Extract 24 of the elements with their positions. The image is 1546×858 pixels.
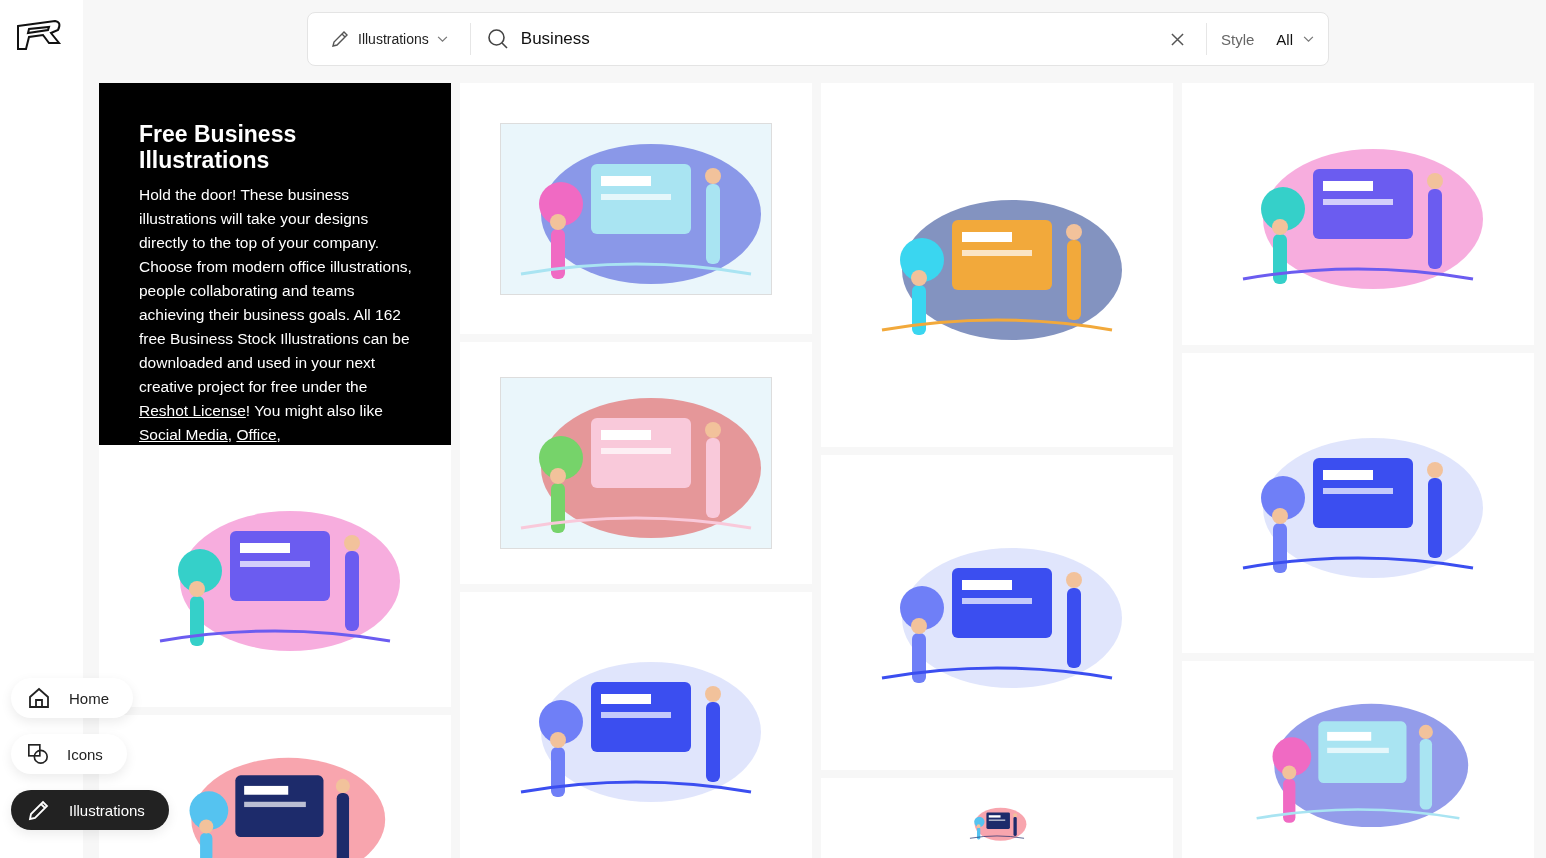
shapes-icon: [27, 743, 49, 765]
pencil-icon: [330, 29, 350, 49]
illustration-card[interactable]: [1182, 353, 1534, 653]
category-dropdown[interactable]: Illustrations: [330, 29, 448, 49]
close-icon[interactable]: [1170, 32, 1184, 46]
text-link[interactable]: Reshot License: [139, 402, 246, 419]
search-icon: [486, 28, 509, 50]
chevron-down-icon: [436, 35, 448, 43]
nav-item[interactable]: Illustrations: [11, 790, 169, 830]
pencil-icon: [27, 798, 51, 822]
search-field[interactable]: Illustrations Business Style All: [307, 12, 1329, 66]
illustration-card[interactable]: [821, 455, 1173, 770]
text-link[interactable]: Social Media: [139, 426, 228, 443]
home-icon: [27, 686, 51, 710]
chevron-down-icon: [1303, 35, 1314, 43]
nav-item[interactable]: Home: [11, 678, 133, 718]
nav-item[interactable]: Icons: [11, 734, 127, 774]
style-label: Style: [1220, 30, 1255, 48]
illustration-card[interactable]: [460, 592, 812, 858]
text-link[interactable]: Office: [236, 426, 277, 443]
intro-paragraph: Hold the door! These business illustrations will take your designs directly to the top of your company. Choose from modern office illustrations, people collaborating and teams achieving their business goals. All 162 free Business Stock Illustrations can be downloaded and used in your next creative project for free under the Reshot License! You might also like Social Media, Office,: [139, 185, 413, 445]
style-dropdown[interactable]: All: [1276, 30, 1314, 48]
logo-icon[interactable]: [15, 18, 63, 52]
intro-title: Free Business Illustrations: [139, 121, 298, 173]
